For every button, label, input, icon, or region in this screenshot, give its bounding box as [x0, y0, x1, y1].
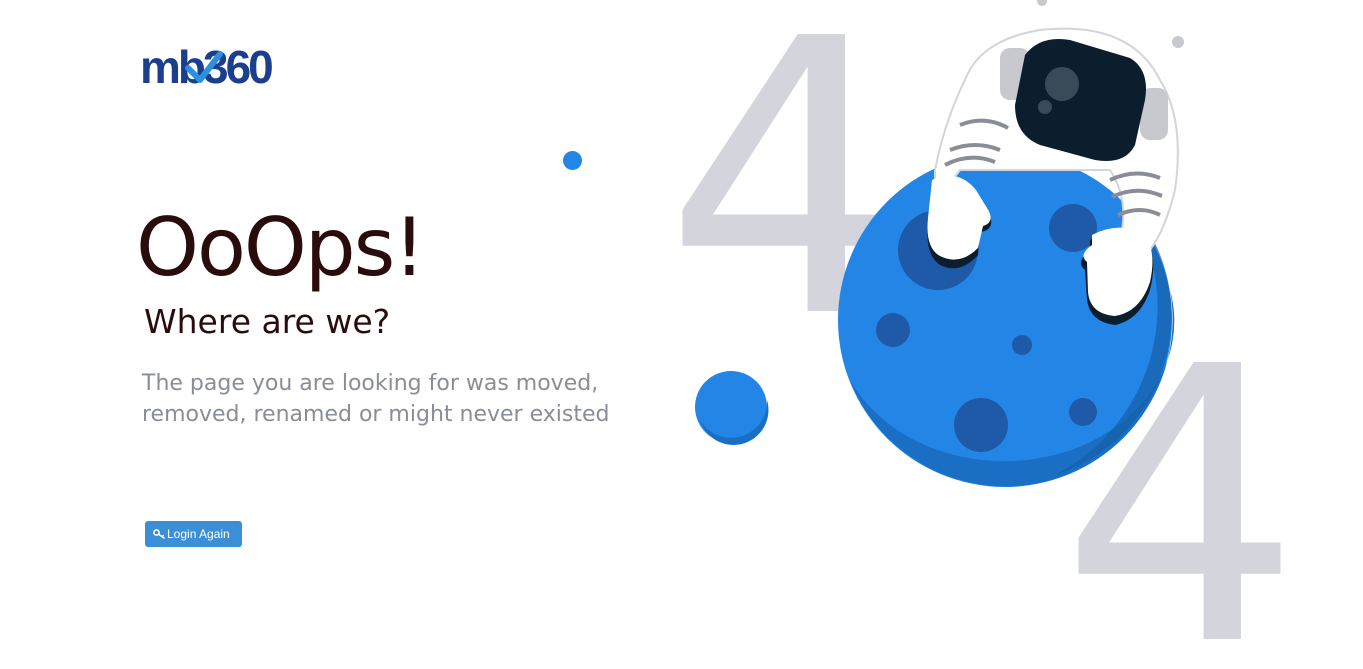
- error-page: mb360 4 4 OoOps! Where are we? The page …: [0, 0, 1363, 669]
- login-again-button[interactable]: Login Again: [145, 521, 242, 547]
- page-title: OoOps!: [136, 201, 425, 294]
- error-message: The page you are looking for was moved, …: [142, 371, 610, 427]
- astronaut-planet-illustration: [695, 27, 1179, 487]
- decorative-dot: [563, 151, 582, 170]
- key-icon: [153, 529, 165, 539]
- login-again-label: Login Again: [167, 527, 230, 541]
- brand-logo[interactable]: mb360: [140, 42, 302, 92]
- page-subtitle: Where are we?: [144, 302, 391, 341]
- check-icon: [185, 51, 223, 83]
